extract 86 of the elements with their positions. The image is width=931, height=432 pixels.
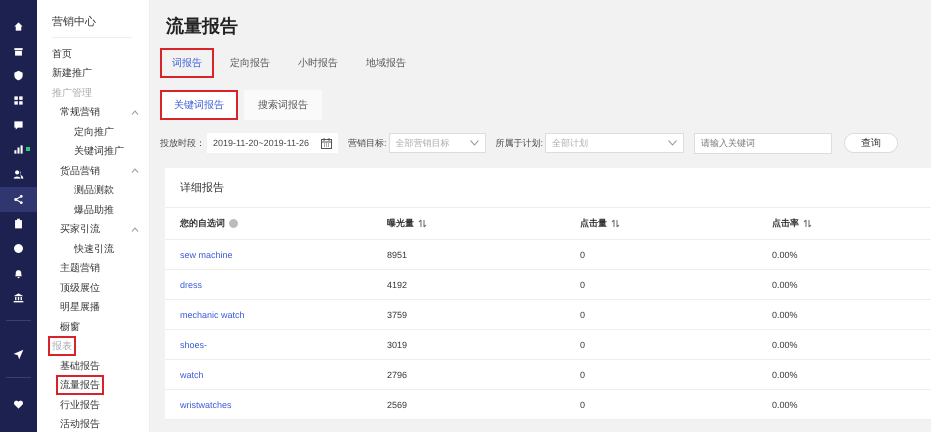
calendar-icon xyxy=(321,138,332,148)
keyword-link[interactable]: wristwatches xyxy=(180,400,232,410)
column-header: 曝光量 xyxy=(387,217,414,230)
table-cell: 0 xyxy=(580,370,586,380)
sidebar-item[interactable]: 明星展播 xyxy=(56,297,104,318)
sub-tab[interactable]: 关键词报告 xyxy=(160,90,238,120)
heart-icon xyxy=(13,398,24,410)
sidebar-item[interactable]: 货品营销 xyxy=(56,160,104,181)
caret-icon[interactable] xyxy=(131,226,139,232)
keyword-link[interactable]: dress xyxy=(180,280,202,290)
card-title: 详细报告 xyxy=(165,168,931,208)
keyword-link[interactable]: sew machine xyxy=(180,250,233,260)
clipboard-icon xyxy=(13,218,24,230)
sort-icon[interactable] xyxy=(418,219,427,228)
keyword-link[interactable]: watch xyxy=(180,370,204,380)
sidebar-item[interactable]: 基础报告 xyxy=(56,356,104,376)
column-header: 点击率 xyxy=(772,217,799,230)
caret-icon[interactable] xyxy=(131,168,139,174)
store-icon xyxy=(13,46,24,57)
grid-icon xyxy=(13,94,24,106)
chat-icon xyxy=(13,120,24,131)
date-range-field[interactable]: 2019-11-20~2019-11-26 xyxy=(207,133,338,153)
sidebar-item[interactable]: 快速引流 xyxy=(70,238,118,259)
bank-icon xyxy=(13,292,24,304)
tab[interactable]: 定向报告 xyxy=(218,48,282,78)
plan-label: 所属于计划: xyxy=(496,136,544,150)
table-cell: 2569 xyxy=(387,400,408,410)
sort-icon[interactable] xyxy=(611,219,620,228)
column-header: 点击量 xyxy=(580,217,607,230)
table-cell: 0.00% xyxy=(772,250,798,260)
table-cell: 0.00% xyxy=(772,310,798,320)
sidebar-item[interactable]: 新建推广 xyxy=(48,63,96,84)
keyword-link[interactable]: mechanic watch xyxy=(180,310,245,320)
table-cell: 3019 xyxy=(387,340,408,350)
sidebar-title: 营销中心 xyxy=(52,14,132,38)
table-cell: 2796 xyxy=(387,370,408,380)
sidebar-item[interactable]: 活动报告 xyxy=(56,414,104,432)
goal-label: 营销目标: xyxy=(348,136,387,150)
sidebar-item[interactable]: 定向推广 xyxy=(70,122,118,142)
section-label: 推广管理 xyxy=(51,86,93,101)
home-icon xyxy=(13,20,24,32)
table-cell: 8951 xyxy=(387,250,408,260)
tab[interactable]: 词报告 xyxy=(160,48,214,78)
table-cell: 4192 xyxy=(387,280,408,290)
nav-tab[interactable] xyxy=(0,186,37,212)
sidebar-item[interactable]: 首页 xyxy=(48,44,76,64)
sidebar-item[interactable]: 主题营销 xyxy=(56,258,104,278)
sidebar-item[interactable]: 行业报告 xyxy=(56,394,104,415)
shield-icon xyxy=(13,70,24,82)
chevron-icon xyxy=(668,140,678,146)
table-cell: 0.00% xyxy=(772,400,798,410)
column-header: 您的自选词 xyxy=(180,217,225,230)
tab[interactable]: 小时报告 xyxy=(286,48,350,78)
sidebar-item[interactable]: 关键词推广 xyxy=(70,141,128,162)
table-cell: 0 xyxy=(580,310,586,320)
share-icon xyxy=(13,194,24,205)
table-cell: 0 xyxy=(580,250,586,260)
section-label: 报表 xyxy=(48,336,76,356)
people-icon xyxy=(13,168,24,180)
sort-icon[interactable] xyxy=(803,219,812,228)
tab[interactable]: 地域报告 xyxy=(354,48,418,78)
sub-tab[interactable]: 搜索词报告 xyxy=(244,90,322,120)
table-cell: 0.00% xyxy=(772,340,798,350)
table-cell: 0 xyxy=(580,280,586,290)
table-cell: 0.00% xyxy=(772,280,798,290)
period-label: 投放时段： xyxy=(160,136,205,150)
caret-icon[interactable] xyxy=(131,110,139,115)
sidebar-item[interactable]: 常规营销 xyxy=(56,102,104,122)
bell-icon xyxy=(13,268,24,279)
keyword-input[interactable]: 请输入关键词 xyxy=(694,132,832,154)
sidebar-item[interactable]: 爆品助推 xyxy=(70,200,118,220)
sidebar-item[interactable]: 测品测款 xyxy=(70,180,118,200)
table-cell: 0.00% xyxy=(772,370,798,380)
page-title: 流量报告 xyxy=(166,15,239,38)
keyword-link[interactable]: shoes- xyxy=(180,340,208,350)
sidebar-item[interactable]: 橱窗 xyxy=(56,316,84,337)
table-cell: 0 xyxy=(580,400,586,410)
bars-icon xyxy=(13,144,24,156)
sidebar-item[interactable]: 买家引流 xyxy=(56,219,104,240)
table-cell: 0 xyxy=(580,340,586,350)
sidebar-item[interactable]: 流量报告 xyxy=(56,375,104,396)
send-icon xyxy=(13,349,24,360)
query-button[interactable]: 查询 xyxy=(844,133,898,153)
chevron-icon xyxy=(470,140,479,146)
table-cell: 3759 xyxy=(387,310,408,320)
sidebar-item[interactable]: 顶级展位 xyxy=(56,278,104,298)
